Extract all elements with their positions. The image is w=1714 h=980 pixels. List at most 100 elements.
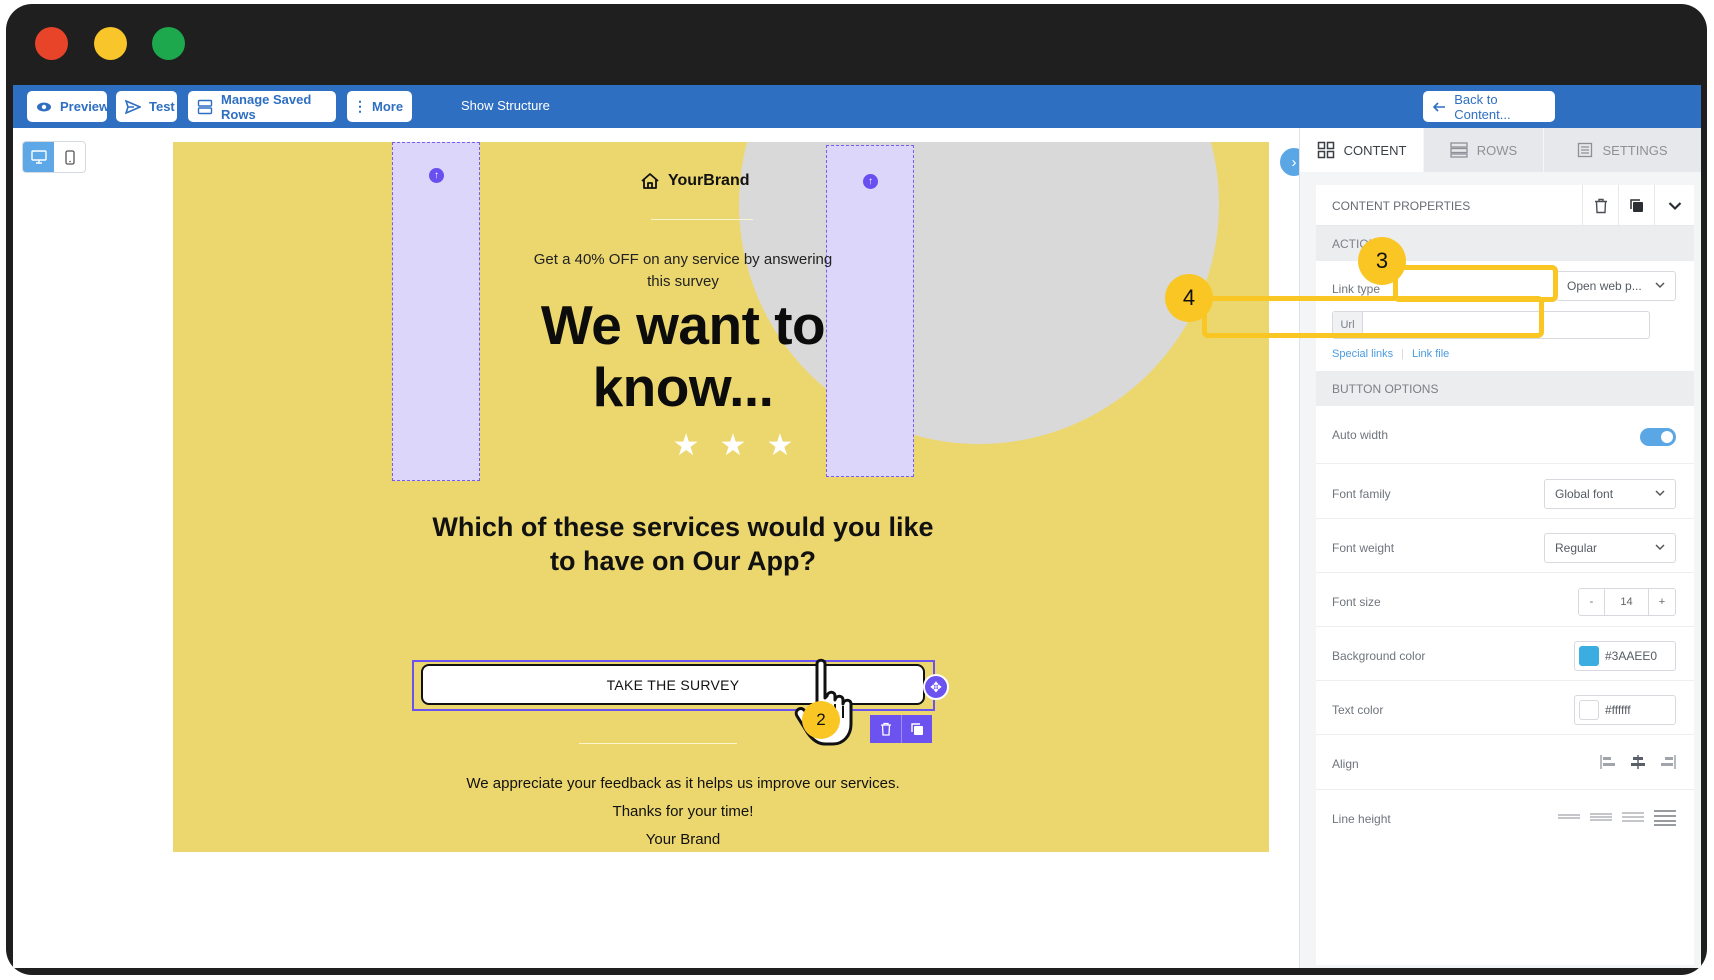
desktop-view-button[interactable] bbox=[23, 142, 54, 172]
email-canvas[interactable]: ↑ ↑ YourBrand Get a 40% OFF on any servi… bbox=[173, 142, 1269, 852]
align-center-icon[interactable] bbox=[1630, 755, 1646, 769]
home-icon bbox=[641, 173, 659, 189]
brand-name: YourBrand bbox=[668, 172, 750, 189]
link-options: Special links | Link file bbox=[1332, 348, 1449, 360]
close-window-button[interactable] bbox=[35, 27, 68, 60]
background-color-picker[interactable]: #3AAEE0 bbox=[1574, 641, 1676, 671]
minimize-window-button[interactable] bbox=[94, 27, 127, 60]
tab-settings[interactable]: SETTINGS bbox=[1544, 128, 1701, 172]
more-vertical-icon: ⋮ bbox=[353, 98, 367, 114]
align-left-icon[interactable] bbox=[1600, 755, 1616, 769]
align-right-icon[interactable] bbox=[1660, 755, 1676, 769]
duplicate-icon bbox=[911, 723, 923, 735]
tab-content[interactable]: CONTENT bbox=[1300, 128, 1424, 172]
show-structure-toggle[interactable]: Show Structure bbox=[461, 98, 550, 113]
footer-line: Thanks for your time! bbox=[612, 803, 754, 820]
line-height-loose-icon[interactable] bbox=[1654, 810, 1676, 826]
font-weight-value: Regular bbox=[1555, 541, 1598, 555]
delete-block-button[interactable] bbox=[870, 715, 901, 743]
star-icon: ★ bbox=[719, 429, 747, 462]
url-highlight bbox=[1202, 296, 1544, 338]
font-weight-label: Font weight bbox=[1332, 541, 1395, 555]
collapse-properties-button[interactable] bbox=[1654, 185, 1694, 226]
test-label: Test bbox=[149, 99, 175, 114]
tab-rows[interactable]: ROWS bbox=[1424, 128, 1544, 172]
more-button[interactable]: ⋮ More bbox=[347, 91, 412, 122]
link-type-label: Link type bbox=[1332, 282, 1381, 296]
eye-icon bbox=[36, 99, 52, 115]
step-badge-2: 2 bbox=[802, 701, 840, 739]
color-swatch bbox=[1579, 646, 1599, 666]
font-size-decrease-button[interactable]: - bbox=[1579, 589, 1605, 615]
auto-width-toggle[interactable] bbox=[1640, 428, 1676, 446]
tab-settings-label: SETTINGS bbox=[1602, 142, 1668, 158]
device-toggle bbox=[22, 141, 86, 173]
move-handle-icon[interactable]: ✥ bbox=[923, 674, 949, 700]
line-height-options bbox=[1558, 810, 1676, 826]
rows-icon bbox=[197, 99, 213, 115]
offer-text: Get a 40% OFF on any service by answerin… bbox=[533, 251, 833, 290]
content-properties-header: CONTENT PROPERTIES bbox=[1316, 185, 1694, 226]
arrow-up-icon: ↑ bbox=[429, 168, 444, 183]
duplicate-block-button[interactable] bbox=[901, 715, 932, 743]
manage-saved-rows-button[interactable]: Manage Saved Rows bbox=[188, 91, 336, 122]
test-button[interactable]: Test bbox=[116, 91, 177, 122]
chevron-down-icon bbox=[1668, 201, 1681, 210]
divider bbox=[579, 743, 737, 744]
chevron-down-icon bbox=[1655, 544, 1665, 551]
app-window: Preview Test Manage Saved Rows ⋮ More Sh… bbox=[6, 4, 1707, 975]
panel-tabs: CONTENT ROWS SETTINGS bbox=[1300, 128, 1701, 172]
star-icon: ★ bbox=[672, 429, 700, 462]
footer-line: We appreciate your feedback as it helps … bbox=[466, 775, 900, 792]
back-to-content-button[interactable]: Back to Content... bbox=[1423, 91, 1555, 122]
editor-screen: Preview Test Manage Saved Rows ⋮ More Sh… bbox=[13, 85, 1701, 968]
font-family-select[interactable]: Global font bbox=[1544, 479, 1676, 509]
send-icon bbox=[125, 99, 141, 115]
left-empty-column[interactable]: ↑ bbox=[392, 142, 480, 481]
trash-icon bbox=[880, 722, 891, 736]
top-toolbar: Preview Test Manage Saved Rows ⋮ More Sh… bbox=[13, 85, 1701, 128]
block-actions bbox=[870, 715, 932, 743]
mobile-icon bbox=[64, 149, 75, 165]
font-size-row: Font size - 14 + bbox=[1316, 573, 1694, 627]
font-size-label: Font size bbox=[1332, 595, 1381, 609]
background-color-label: Background color bbox=[1332, 649, 1426, 663]
delete-content-button[interactable] bbox=[1582, 185, 1618, 226]
headline: We want to know... bbox=[540, 294, 826, 418]
line-height-tight-icon[interactable] bbox=[1558, 810, 1580, 824]
chevron-down-icon bbox=[1655, 490, 1665, 497]
button-options-section: BUTTON OPTIONS bbox=[1316, 371, 1694, 406]
background-color-value: #3AAEE0 bbox=[1605, 649, 1658, 663]
mobile-view-button[interactable] bbox=[54, 142, 85, 172]
footer-line: Your Brand bbox=[645, 831, 721, 848]
line-height-relaxed-icon[interactable] bbox=[1622, 810, 1644, 824]
link-file-link[interactable]: Link file bbox=[1412, 348, 1449, 360]
font-size-increase-button[interactable]: + bbox=[1649, 589, 1675, 615]
text-color-picker[interactable]: #ffffff bbox=[1574, 695, 1676, 725]
link-type-select[interactable]: Open web p... bbox=[1556, 271, 1676, 301]
font-size-stepper: - 14 + bbox=[1578, 588, 1676, 616]
duplicate-content-button[interactable] bbox=[1618, 185, 1654, 226]
auto-width-row: Auto width bbox=[1316, 406, 1694, 464]
grid-icon bbox=[1317, 141, 1334, 159]
align-row: Align bbox=[1316, 735, 1694, 790]
star-rating: ★ ★ ★ bbox=[633, 428, 833, 463]
preview-button[interactable]: Preview bbox=[27, 91, 109, 122]
auto-width-label: Auto width bbox=[1332, 428, 1389, 442]
button-options-title: BUTTON OPTIONS bbox=[1332, 382, 1439, 396]
trash-icon bbox=[1594, 198, 1607, 213]
align-options bbox=[1600, 755, 1676, 769]
chevron-down-icon bbox=[1655, 282, 1665, 289]
line-height-normal-icon[interactable] bbox=[1590, 810, 1612, 824]
color-swatch bbox=[1579, 700, 1599, 720]
special-links-link[interactable]: Special links bbox=[1332, 348, 1393, 360]
tab-rows-label: ROWS bbox=[1476, 142, 1518, 158]
brand-logo: YourBrand bbox=[640, 172, 830, 190]
align-label: Align bbox=[1332, 757, 1359, 771]
line-height-row: Line height bbox=[1316, 790, 1694, 845]
desktop-icon bbox=[30, 150, 47, 164]
maximize-window-button[interactable] bbox=[152, 27, 185, 60]
font-size-input[interactable]: 14 bbox=[1605, 589, 1649, 615]
font-weight-select[interactable]: Regular bbox=[1544, 533, 1676, 563]
duplicate-icon bbox=[1629, 198, 1643, 212]
